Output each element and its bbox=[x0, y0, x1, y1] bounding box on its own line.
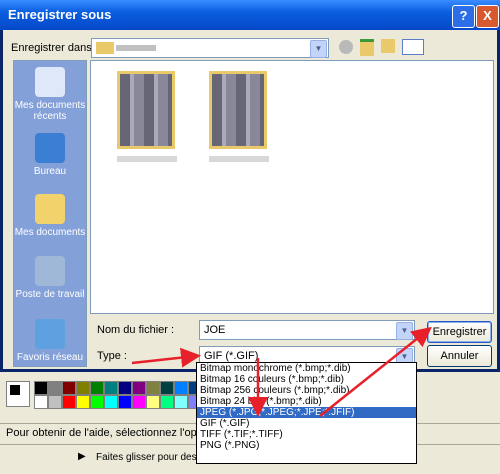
annotation-arrows bbox=[131, 326, 432, 417]
arrow-to-save-button bbox=[319, 326, 432, 417]
arrow-to-type-select bbox=[131, 347, 201, 368]
